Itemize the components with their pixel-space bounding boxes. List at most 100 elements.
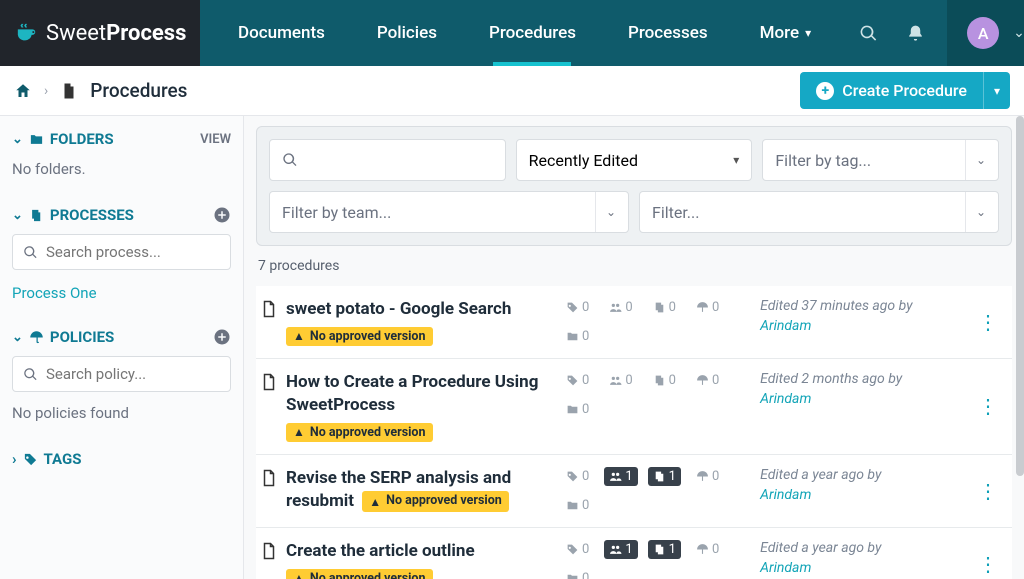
warning-badge: ▲No approved version [286, 423, 433, 442]
warning-icon: ▲ [369, 494, 381, 510]
author-link[interactable]: Arindam [760, 318, 964, 334]
procedure-row[interactable]: How to Create a Procedure Using SweetPro… [256, 358, 1012, 454]
procedure-title[interactable]: Revise the SERP analysis and resubmit ▲N… [286, 468, 511, 511]
stat-users: 0 [604, 298, 637, 317]
nav-policies[interactable]: Policies [351, 0, 463, 66]
brand-sweet: Sweet [46, 21, 106, 46]
nav-processes[interactable]: Processes [602, 0, 734, 66]
stat-tree: 0 [691, 467, 724, 486]
row-stats: 0 0 0 0 0 [561, 298, 752, 346]
author-link[interactable]: Arindam [760, 487, 964, 503]
stat-folder: 0 [561, 496, 594, 515]
add-process-button[interactable] [213, 206, 231, 224]
folders-view-link[interactable]: VIEW [200, 132, 231, 147]
stat-users: 0 [604, 371, 637, 390]
caret-down-icon: ⌄ [965, 192, 986, 232]
bell-icon[interactable] [906, 24, 925, 43]
policies-empty-text: No policies found [12, 402, 231, 428]
home-icon[interactable] [14, 82, 32, 100]
procedure-title[interactable]: sweet potato - Google Search [286, 299, 511, 319]
brand[interactable]: SweetProcess [0, 0, 200, 66]
user-menu[interactable]: A ⌄ [947, 0, 1024, 66]
procedure-list: sweet potato - Google Search ▲No approved… [256, 286, 1012, 579]
search-icon [23, 367, 38, 382]
plus-circle-icon: + [816, 82, 834, 100]
caret-down-icon: ⌄ [12, 330, 23, 345]
filter-team-select[interactable]: Filter by team... ⌄ [269, 191, 629, 233]
cup-icon [14, 22, 40, 44]
folders-label: FOLDERS [50, 130, 114, 148]
author-link[interactable]: Arindam [760, 560, 964, 576]
filter-generic-select[interactable]: Filter... ⌄ [639, 191, 999, 233]
stat-tree: 0 [691, 540, 724, 559]
caret-down-icon: ⌄ [12, 132, 23, 147]
stat-tree: 0 [691, 298, 724, 317]
stat-folder: 0 [561, 400, 594, 419]
nav-documents[interactable]: Documents [212, 0, 351, 66]
row-menu-button[interactable]: ⋮ [972, 310, 1004, 334]
create-procedure-button[interactable]: + Create Procedure ▾ [800, 72, 1010, 109]
scrollbar[interactable] [1016, 116, 1024, 579]
sidebar-folders: ⌄ FOLDERS VIEW No folders. [0, 116, 243, 192]
search-process-input[interactable] [12, 234, 231, 270]
search-policy-input[interactable] [12, 356, 231, 392]
procedure-title[interactable]: How to Create a Procedure Using SweetPro… [286, 372, 538, 415]
nav-procedures[interactable]: Procedures [463, 0, 602, 66]
document-icon [260, 300, 278, 318]
copies-icon [29, 208, 44, 223]
stat-tags: 0 [561, 540, 594, 559]
row-menu-button[interactable]: ⋮ [972, 394, 1004, 418]
team-placeholder: Filter by team... [282, 203, 391, 222]
procedure-row[interactable]: sweet potato - Google Search ▲No approved… [256, 286, 1012, 358]
warning-icon: ▲ [293, 329, 305, 343]
add-policy-button[interactable] [213, 328, 231, 346]
processes-label: PROCESSES [50, 206, 134, 224]
procedure-count: 7 procedures [256, 246, 1012, 286]
author-link[interactable]: Arindam [760, 391, 964, 407]
search-icon[interactable] [859, 24, 878, 43]
stat-folder: 0 [561, 569, 594, 579]
row-menu-button[interactable]: ⋮ [972, 479, 1004, 503]
create-label: Create Procedure [842, 81, 967, 100]
body: ⌄ FOLDERS VIEW No folders. ⌄ PROCESSES [0, 116, 1024, 579]
document-icon [260, 469, 278, 487]
row-stats: 0 1 1 0 0 [561, 467, 752, 515]
stat-tags: 0 [561, 298, 594, 317]
procedure-row[interactable]: Create the article outline▲No approved v… [256, 527, 1012, 579]
processes-toggle[interactable]: ⌄ PROCESSES [12, 206, 134, 224]
tags-toggle[interactable]: › TAGS [0, 436, 243, 482]
caret-down-icon: ▾ [733, 153, 739, 167]
document-icon [260, 373, 278, 391]
sort-select[interactable]: Recently Edited ▾ [516, 139, 753, 181]
chevron-right-icon: › [44, 83, 48, 99]
process-link[interactable]: Process One [12, 280, 231, 306]
row-menu-button[interactable]: ⋮ [972, 552, 1004, 576]
sidebar: ⌄ FOLDERS VIEW No folders. ⌄ PROCESSES [0, 116, 244, 579]
avatar: A [967, 17, 999, 49]
folders-toggle[interactable]: ⌄ FOLDERS [12, 130, 114, 148]
top-nav: SweetProcess Documents Policies Procedur… [0, 0, 1024, 66]
caret-down-icon: ⌄ [12, 208, 23, 223]
policies-toggle[interactable]: ⌄ POLICIES [12, 328, 114, 346]
main-content: Recently Edited ▾ Filter by tag... ⌄ Fil… [244, 116, 1024, 579]
create-dropdown-caret[interactable]: ▾ [983, 72, 1010, 109]
page-title: Procedures [90, 79, 187, 102]
stat-copies: 1 [648, 467, 681, 486]
procedure-title[interactable]: Create the article outline [286, 541, 475, 561]
document-icon [260, 542, 278, 560]
nav-more[interactable]: More▾ [734, 0, 838, 66]
filter-search-input[interactable] [269, 139, 506, 181]
stat-users: 1 [604, 540, 637, 559]
filter-tag-select[interactable]: Filter by tag... ⌄ [762, 139, 999, 181]
caret-down-icon: ⌄ [1013, 25, 1024, 41]
stat-copies: 0 [648, 298, 681, 317]
edited-text: Edited 2 months ago by [760, 371, 964, 387]
edited-text: Edited a year ago by [760, 467, 964, 483]
procedure-row[interactable]: Revise the SERP analysis and resubmit ▲N… [256, 454, 1012, 527]
warning-badge: ▲No approved version [286, 327, 433, 346]
stat-copies: 1 [648, 540, 681, 559]
breadcrumb-row: › Procedures + Create Procedure ▾ [0, 66, 1024, 116]
edited-text: Edited 37 minutes ago by [760, 298, 964, 314]
search-icon [23, 245, 38, 260]
stat-users: 1 [604, 467, 637, 486]
